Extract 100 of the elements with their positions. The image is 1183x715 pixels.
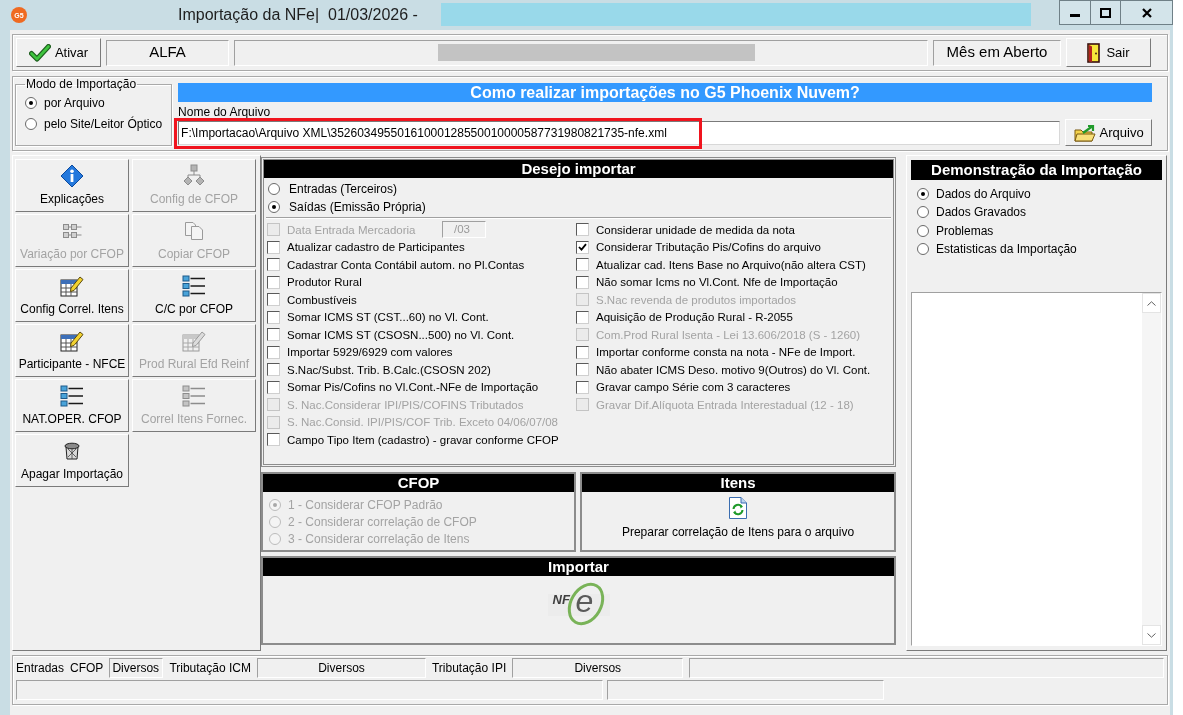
action-button[interactable]: Participante - NFCE [15, 324, 129, 377]
close-icon [1141, 7, 1152, 18]
minimize-icon [1070, 14, 1080, 17]
info-icon [60, 164, 84, 188]
section-header: Demonstração da Importação [911, 160, 1162, 180]
checkbox[interactable] [576, 223, 589, 237]
action-button[interactable]: C/C por CFOP [132, 269, 256, 322]
checkbox-label: Gravar campo Série com 3 caracteres [596, 380, 791, 395]
exit-button[interactable]: Sair [1066, 38, 1151, 67]
browse-file-button[interactable]: Arquivo [1065, 119, 1153, 146]
period-status-field: Mês em Aberto [933, 39, 1061, 66]
list-icon [182, 275, 206, 297]
checkbox[interactable] [576, 345, 589, 359]
checkbox-label: Somar Pis/Cofins no Vl.Cont.-NFe de Importação [287, 380, 539, 395]
checkmark-icon [578, 243, 587, 252]
checkbox-label: Gravar Dif.Alíquota Entrada Interestadual (12 - 18) [596, 397, 854, 412]
checkbox[interactable] [267, 258, 280, 272]
status-field: Diversos [512, 658, 684, 678]
checkbox-label: Data Entrada Mercadoria [287, 222, 416, 237]
checkbox[interactable] [576, 380, 589, 394]
section-header: Desejo importar [264, 160, 893, 178]
door-icon [1087, 42, 1101, 63]
radio-button[interactable] [917, 224, 929, 237]
checkbox-label: Importar conforme consta na nota - NFe de Import. [596, 345, 856, 360]
checkbox[interactable] [267, 345, 280, 359]
radio-button[interactable] [917, 243, 929, 256]
check-icon [28, 43, 51, 62]
checkbox-label: S.Nac/Subst. Trib. B.Calc.(CSOSN 202) [287, 362, 491, 377]
checkbox-label: Com.Prod Rural Isenta - Lei 13.606/2018 (S - 1260) [596, 327, 860, 342]
list-icon [182, 385, 206, 407]
action-button[interactable]: Config Correl. Itens [15, 269, 129, 322]
copy-icon [185, 222, 203, 240]
radio-button[interactable] [917, 206, 929, 219]
maximize-button[interactable] [1091, 0, 1121, 25]
radio-label: pelo Site/Leitor Óptico [44, 115, 163, 133]
checkbox-label: Produtor Rural [287, 275, 362, 290]
status-field: Diversos [256, 658, 426, 678]
checkbox[interactable] [267, 380, 280, 394]
checkbox[interactable] [267, 363, 280, 377]
checkbox-label: Atualizar cad. Itens Base no Arquivo(não altera CST) [596, 257, 866, 272]
checkbox-label: Importar 5929/6929 com valores [287, 345, 453, 360]
file-path-input[interactable]: F:\Importacao\Arquivo XML\35260349550161000128550010000587731980821735-nfe.xml [178, 120, 1061, 145]
action-button[interactable]: Apagar Importação [15, 434, 129, 487]
radio-label: Estatisticas da Importação [936, 241, 1077, 259]
section-header: Itens [582, 474, 894, 492]
checkbox[interactable] [576, 240, 589, 254]
radio-label: Saídas (Emissão Própria) [289, 199, 426, 216]
table-pencil-icon [60, 330, 84, 352]
radio-label: Entradas (Terceiros) [289, 181, 398, 198]
checkbox[interactable] [576, 310, 589, 324]
checkbox-label: S. Nac.Consid. IPI/PIS/COF Trib. Exceto 04/06/07/08 [287, 415, 558, 430]
minimize-button[interactable] [1059, 0, 1091, 25]
chevron-up-icon [1147, 300, 1156, 306]
radio-button[interactable] [25, 117, 37, 130]
checkbox-label: Cadastrar Conta Contábil autom. no Pl.Contas [287, 257, 525, 272]
radio-button[interactable] [268, 183, 280, 195]
status-label: Tributação IPI [431, 660, 507, 677]
refresh-document-icon [729, 497, 747, 519]
prepare-correlation-button[interactable]: Preparar correlação de Itens para o arquivo [621, 497, 855, 541]
list-icon [60, 385, 84, 407]
checkbox[interactable] [267, 275, 280, 289]
radio-button[interactable] [25, 96, 37, 109]
status-field: Diversos [109, 658, 164, 678]
checkbox-label: Não abater ICMS Deso. motivo 9(Outros) do Vl. Cont. [596, 362, 871, 377]
action-button[interactable]: NAT.OPER. CFOP [15, 379, 129, 432]
field-label: Nome do Arquivo [178, 105, 272, 119]
table-pencil-icon [60, 275, 84, 297]
section-header: Importar [263, 558, 894, 576]
group-title: Modo de Importação [25, 77, 138, 91]
checkbox[interactable] [576, 275, 589, 289]
checkbox-label: S. Nac.Considerar IPI/PIS/COFINS Tributados [287, 397, 524, 412]
checkbox[interactable] [267, 433, 280, 447]
radio-button[interactable] [268, 201, 280, 213]
activate-button[interactable]: Ativar [16, 38, 101, 67]
radio-label: por Arquivo [44, 94, 105, 112]
checkbox[interactable] [576, 363, 589, 377]
checkbox[interactable] [267, 293, 280, 307]
checkbox-label: Campo Tipo Item (cadastro) - gravar conforme CFOP [287, 432, 559, 447]
checkbox[interactable] [267, 328, 280, 342]
table-pencil-icon [182, 330, 206, 352]
trash-icon [64, 442, 80, 460]
folder-icon [1073, 123, 1096, 142]
section-header: CFOP [263, 474, 574, 492]
status-label: Entradas [16, 660, 65, 677]
checkbox[interactable] [576, 258, 589, 272]
checkbox[interactable] [267, 310, 280, 324]
action-button[interactable]: Explicações [15, 159, 129, 212]
company-field: ALFA [106, 39, 229, 66]
checkbox-label: Considerar Tributação Pis/Cofins do arquivo [596, 240, 821, 255]
radio-button[interactable] [917, 188, 929, 201]
checkbox-label: Somar ICMS ST (CST...60) no Vl. Cont. [287, 310, 489, 325]
radio-label: 2 - Considerar correlação de CFOP [288, 513, 477, 531]
close-button[interactable] [1121, 0, 1173, 25]
checkbox-label: Considerar unidade de medida da nota [596, 222, 795, 237]
maximize-icon [1100, 7, 1111, 18]
grid-icon [62, 224, 82, 238]
checkbox-label: Combustíveis [287, 292, 357, 307]
checkbox[interactable] [267, 240, 280, 254]
radio-label: Dados do Arquivo [936, 186, 1031, 204]
checkbox-label: S.Nac revenda de produtos importados [596, 292, 797, 307]
